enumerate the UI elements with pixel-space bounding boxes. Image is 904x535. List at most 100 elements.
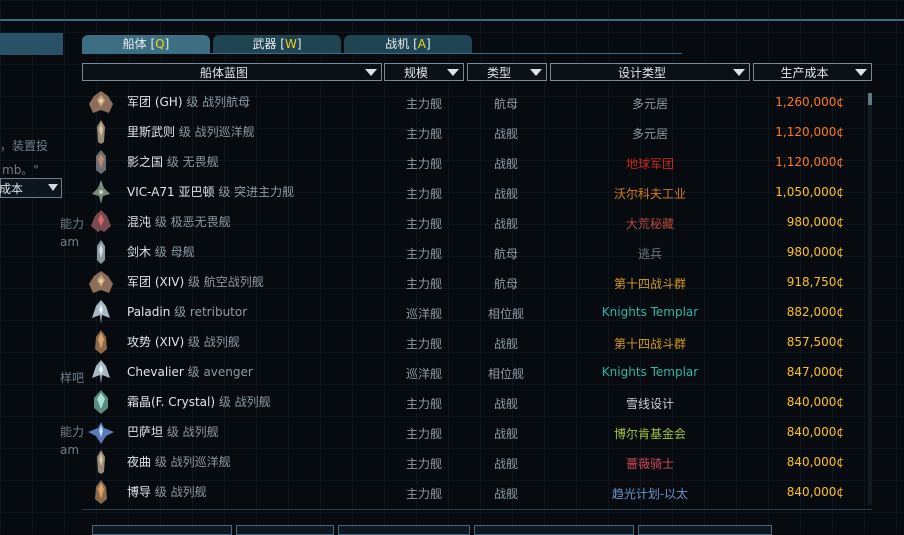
ship-class: 军团 (XIV) (127, 275, 185, 289)
ship-type: 战舰 (493, 187, 518, 201)
ship-class-suffix: 级 无畏舰 (163, 155, 219, 169)
tab-label-close: ] (296, 37, 302, 51)
tab-hulls[interactable]: 船体 [Q] (82, 35, 210, 53)
tab-label: 战机 [ (385, 37, 418, 51)
ship-name: VIC-A71 亚巴顿 级 突进主力舰 (127, 183, 294, 200)
ship-production-cost: 980,000¢ (786, 245, 844, 259)
ship-design-type: 蔷薇骑士 (625, 457, 674, 471)
ship-row[interactable]: 影之国 级 无畏舰 主力舰 战舰 地球军团 1,120,000¢ (82, 147, 870, 177)
left-text-fragment: mb。" (2, 163, 39, 177)
ship-type: 战舰 (493, 457, 518, 471)
ship-scale: 主力舰 (405, 217, 442, 231)
ship-class: 影之国 (127, 155, 164, 169)
tab-label-close: ] (426, 37, 431, 51)
list-scrollbar-thumb[interactable] (868, 93, 872, 105)
column-header-label: 船体蓝图 (199, 66, 248, 80)
bottom-action-button[interactable] (474, 525, 634, 535)
ship-row[interactable]: VIC-A71 亚巴顿 级 突进主力舰 主力舰 战舰 沃尔科夫工业 1,050,000¢ (82, 177, 870, 207)
ship-row[interactable]: 夜曲 级 战列巡洋舰 主力舰 战舰 蔷薇骑士 840,000¢ (82, 447, 870, 477)
ship-design-type: 博尔肯基金会 (613, 427, 686, 441)
left-text-fragment: 能力 (60, 425, 85, 439)
ship-class: Chevalier (127, 365, 184, 379)
ship-production-cost: 1,120,000¢ (775, 155, 844, 169)
ship-design-type: Knights Templar (601, 365, 699, 379)
column-header-label: 类型 (486, 66, 511, 80)
ship-type: 航母 (493, 277, 518, 291)
ship-design-type: 逃兵 (637, 247, 662, 261)
tab-weapons[interactable]: 武器 [W] (213, 35, 341, 53)
carrier-ship-icon (88, 90, 114, 114)
ship-type: 战舰 (493, 487, 518, 501)
bottom-action-button[interactable] (638, 525, 772, 535)
ship-name: 军团 (GH) 级 战列航母 (127, 93, 250, 110)
sort-select[interactable]: 成本 (0, 178, 62, 198)
column-header-scale[interactable]: 规模 (384, 63, 464, 81)
bottom-action-button[interactable] (92, 525, 232, 535)
chevron-down-icon (530, 69, 542, 76)
ship-scale: 主力舰 (405, 157, 442, 171)
ship-row[interactable]: 混沌 级 极恶无畏舰 主力舰 战舰 大荒秘藏 980,000¢ (82, 207, 870, 237)
ship-production-cost: 840,000¢ (786, 395, 844, 409)
ship-row[interactable]: 里斯武则 级 战列巡洋舰 主力舰 战舰 多元居 1,120,000¢ (82, 117, 870, 147)
ship-name: 里斯武则 级 战列巡洋舰 (127, 123, 255, 140)
bottom-action-button[interactable] (338, 525, 470, 535)
ship-type: 相位舰 (487, 307, 524, 321)
ship-row[interactable]: 攻势 (XIV) 级 战列舰 主力舰 战舰 第十四战斗群 857,500¢ (82, 327, 870, 357)
ship-class-suffix: 级 战列巡洋舰 (175, 125, 255, 139)
column-header-blueprint[interactable]: 船体蓝图 (82, 63, 382, 81)
dreadnought-ship-icon (88, 150, 114, 174)
ship-row[interactable]: 巴萨坦 级 战列舰 主力舰 战舰 博尔肯基金会 840,000¢ (82, 417, 870, 447)
carrier-ship-icon (88, 270, 114, 294)
ship-row[interactable]: 博导 级 战列舰 主力舰 战舰 趋光计划-以太 840,000¢ (82, 477, 870, 507)
ship-scale: 巡洋舰 (405, 367, 442, 381)
column-header-label: 生产成本 (780, 66, 829, 80)
ship-scale: 主力舰 (405, 247, 442, 261)
ship-row[interactable]: 军团 (XIV) 级 航空战列舰 主力舰 航母 第十四战斗群 918,750¢ (82, 267, 870, 297)
ship-row[interactable]: 霜晶(F. Crystal) 级 战列舰 主力舰 战舰 雪线设计 840,000¢ (82, 387, 870, 417)
ship-design-type: 多元居 (631, 127, 668, 141)
ship-production-cost: 1,120,000¢ (775, 125, 844, 139)
ship-name: Chevalier 级 avenger (127, 363, 253, 380)
ship-row[interactable]: Chevalier 级 avenger 巡洋舰 相位舰 Knights Templar… (82, 357, 870, 387)
ship-row[interactable]: 军团 (GH) 级 战列航母 主力舰 航母 多元居 1,260,000¢ (82, 87, 870, 117)
ship-scale: 主力舰 (405, 97, 442, 111)
tab-hotkey: A (417, 37, 427, 51)
ship-production-cost: 840,000¢ (786, 455, 844, 469)
ship-class-suffix: 级 母舰 (151, 245, 195, 259)
column-header-design[interactable]: 设计类型 (550, 63, 750, 81)
ship-class-suffix: 级 战列舰 (151, 485, 207, 499)
ship-scale: 主力舰 (405, 337, 442, 351)
ship-class-suffix: 级 战列航母 (182, 95, 251, 109)
ship-type: 航母 (493, 97, 518, 111)
tab-fighters[interactable]: 战机 [A] (344, 35, 472, 53)
bottom-action-button[interactable] (236, 525, 334, 535)
column-header-cost[interactable]: 生产成本 (753, 63, 872, 81)
ship-class-suffix: 级 战列舰 (215, 395, 271, 409)
assault-ship-icon (88, 180, 114, 204)
ship-scale: 主力舰 (405, 277, 442, 291)
ship-class-suffix: 级 航空战列舰 (184, 275, 264, 289)
list-scrollbar[interactable] (868, 93, 872, 505)
ship-row[interactable]: Paladin 级 retributor 巡洋舰 相位舰 Knights Templa… (82, 297, 870, 327)
ship-blueprint-list: 军团 (GH) 级 战列航母 主力舰 航母 多元居 1,260,000¢ 里斯武则 级 战… (82, 87, 870, 507)
battleship-icon (88, 330, 114, 354)
phase-ship-icon (88, 360, 114, 384)
left-text-fragment: am (60, 443, 80, 457)
ship-design-type: 雪线设计 (625, 397, 674, 411)
column-header-type[interactable]: 类型 (467, 63, 547, 81)
column-header-label: 规模 (403, 66, 428, 80)
left-text-fragment: am (60, 235, 80, 249)
sort-select-value: 成本 (0, 182, 24, 196)
cruiser-ship-icon (88, 450, 114, 474)
ship-design-type: Knights Templar (601, 305, 699, 319)
ship-design-type: 地球军团 (625, 157, 674, 171)
winged-ship-icon (88, 420, 114, 444)
tab-label: 船体 [ (122, 37, 156, 51)
ship-class: 霜晶(F. Crystal) (127, 395, 216, 409)
ship-row[interactable]: 剑木 级 母舰 主力舰 航母 逃兵 980,000¢ (82, 237, 870, 267)
ship-type: 相位舰 (487, 367, 524, 381)
ship-class-suffix: 级 retributor (170, 305, 248, 319)
ship-name: 影之国 级 无畏舰 (127, 153, 219, 170)
ship-design-type: 多元居 (631, 97, 668, 111)
left-panel: ，装置投 mb。" 成本 能力 am 样吧 能力 am (0, 33, 84, 533)
